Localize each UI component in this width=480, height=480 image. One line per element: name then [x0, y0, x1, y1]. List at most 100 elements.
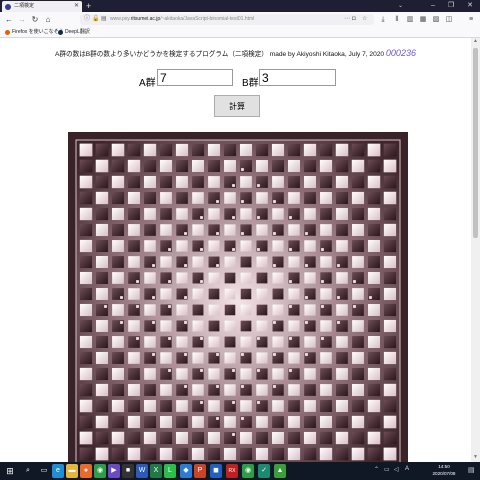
ime-indicator[interactable]: A: [405, 466, 409, 472]
checker-tile: [288, 192, 300, 204]
scroll-up-icon[interactable]: ▲: [472, 38, 479, 44]
browser-tab[interactable]: 二項検定 ✕: [2, 1, 82, 12]
tab-list-button[interactable]: ⌄: [398, 0, 403, 12]
network-icon[interactable]: ▭: [384, 466, 390, 473]
taskbar-terminal-icon[interactable]: ■: [122, 464, 134, 478]
illusion-dot: [152, 296, 155, 299]
checker-tile: [320, 288, 332, 300]
checker-tile: [367, 431, 381, 445]
page-actions-icon[interactable]: ⋯: [344, 14, 350, 25]
bookmark-star-icon[interactable]: ☆: [362, 14, 367, 25]
checker-tile: [303, 143, 317, 157]
new-tab-button[interactable]: +: [86, 0, 91, 12]
checker-tile: [175, 159, 189, 173]
minimize-button[interactable]: –: [424, 0, 442, 12]
scroll-down-icon[interactable]: ▼: [472, 454, 479, 460]
taskbar-edge-icon[interactable]: e: [52, 464, 64, 478]
downloads-icon[interactable]: ⤓: [378, 13, 388, 26]
forward-button[interactable]: →: [16, 13, 28, 26]
checker-tile: [351, 207, 365, 221]
bookmark-firefox[interactable]: Firefox を使いこなそう: [5, 27, 64, 38]
illusion-dot: [184, 385, 187, 388]
address-bar[interactable]: ⓘ 🔓 ▤ www.psy.ritsumei.ac.jp/~akitaoka/J…: [80, 14, 374, 25]
sidebar-icon[interactable]: ▥: [405, 13, 415, 26]
illusion-dot: [184, 321, 187, 324]
back-button[interactable]: ←: [3, 13, 15, 26]
checker-tile: [383, 383, 397, 397]
illusion-dot: [241, 353, 244, 356]
windows-start-icon[interactable]: ⊞: [4, 464, 16, 478]
checker-tile: [271, 447, 285, 461]
illusion-dot: [321, 305, 324, 308]
insecure-lock-icon[interactable]: 🔓: [92, 14, 99, 25]
checker-tile: [335, 143, 349, 157]
permissions-icon[interactable]: ▤: [101, 14, 107, 25]
taskbar-media-icon[interactable]: ▶: [108, 464, 120, 478]
scroll-thumb[interactable]: [473, 48, 478, 238]
home-button[interactable]: ⌂: [42, 13, 54, 26]
taskbar-app-blue-icon[interactable]: ◼: [210, 464, 222, 478]
illusion-dot: [184, 264, 187, 267]
volume-icon[interactable]: ◁: [394, 466, 399, 473]
notification-icon[interactable]: ▤: [468, 466, 475, 474]
bookmark-deepl[interactable]: DeepL翻訳: [58, 27, 90, 38]
checker-tile: [256, 288, 268, 300]
maximize-button[interactable]: ❐: [442, 0, 460, 12]
checker-tile: [191, 447, 205, 461]
group-b-input[interactable]: [259, 69, 336, 86]
reload-button[interactable]: ↻: [29, 13, 41, 26]
illusion-dot: [289, 248, 292, 251]
access-counter: 000236: [385, 48, 416, 58]
taskbar-app-red-icon[interactable]: RX: [226, 464, 238, 478]
taskbar-chrome-icon[interactable]: ◉: [94, 464, 106, 478]
checker-tile: [256, 224, 268, 236]
reader-view-icon[interactable]: ▦: [418, 13, 428, 26]
extension-icon[interactable]: ◫: [444, 13, 454, 26]
calculate-button[interactable]: 計算: [214, 95, 260, 117]
taskbar-search-icon[interactable]: ⌕: [22, 464, 34, 478]
taskbar-word-icon[interactable]: W: [136, 464, 148, 478]
checker-tile: [367, 239, 381, 253]
info-icon[interactable]: ⓘ: [84, 14, 90, 25]
tray-overflow-icon[interactable]: ⌃: [374, 466, 379, 473]
taskbar-task-view-icon[interactable]: ▭: [38, 464, 50, 478]
taskbar-chrome2-icon[interactable]: ◉: [242, 464, 254, 478]
screenshot-icon[interactable]: ▨: [431, 13, 441, 26]
checker-tile: [351, 175, 365, 189]
url-text[interactable]: www.psy.ritsumei.ac.jp/~akitaoka/JavaScr…: [110, 14, 254, 25]
illusion-dot: [241, 417, 244, 420]
checker-tile: [208, 176, 220, 188]
taskbar-powerpoint-icon[interactable]: P: [194, 464, 206, 478]
pocket-icon[interactable]: ◘: [352, 14, 356, 25]
library-icon[interactable]: ⫴: [392, 13, 402, 26]
checker-tile: [175, 143, 189, 157]
checker-tile: [224, 192, 236, 204]
checker-tile: [320, 320, 332, 332]
illusion-dot: [337, 321, 340, 324]
taskbar-photos-icon[interactable]: ◆: [180, 464, 192, 478]
clock-date[interactable]: 2020/07/08: [424, 471, 464, 476]
checker-tile: [128, 384, 140, 396]
checker-tile: [367, 367, 381, 381]
checker-tile: [208, 320, 220, 332]
checker-tile: [176, 240, 188, 252]
group-a-input[interactable]: [157, 69, 233, 86]
taskbar-app-teal-icon[interactable]: ✓: [258, 464, 270, 478]
taskbar-app-green-icon[interactable]: ▲: [274, 464, 286, 478]
illusion-dot: [273, 321, 276, 324]
checker-tile: [144, 192, 156, 204]
tab-close-icon[interactable]: ✕: [74, 1, 79, 12]
taskbar-excel-icon[interactable]: X: [150, 464, 162, 478]
menu-icon[interactable]: ≡: [466, 13, 476, 26]
close-window-button[interactable]: ✕: [461, 0, 479, 12]
taskbar-line-icon[interactable]: L: [164, 464, 176, 478]
checker-tile: [127, 175, 141, 189]
taskbar-explorer-icon[interactable]: ▬: [66, 464, 78, 478]
checker-tile: [288, 416, 300, 428]
checker-tile: [79, 159, 93, 173]
taskbar-firefox-icon[interactable]: ●: [80, 464, 92, 478]
clock-time[interactable]: 14:50: [424, 464, 464, 469]
page-scrollbar[interactable]: ▲ ▼: [471, 38, 480, 462]
checker-tile: [160, 352, 172, 364]
checker-tile: [319, 415, 333, 429]
